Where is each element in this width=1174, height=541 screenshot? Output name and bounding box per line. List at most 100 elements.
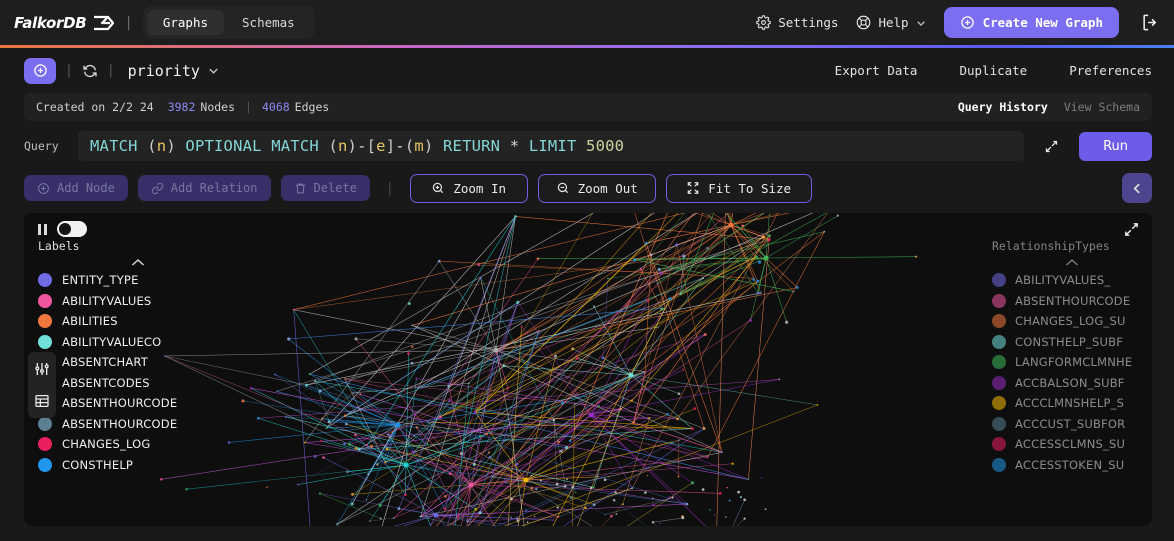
relationship-type-item[interactable]: ACCCUST_SUBFOR — [992, 416, 1152, 431]
labels-collapse-button[interactable] — [38, 255, 238, 273]
query-token-6: OPTIONAL — [185, 137, 262, 155]
chevron-down-icon — [916, 18, 926, 28]
animation-toggle[interactable] — [56, 221, 87, 237]
relationship-types-collapse-button[interactable] — [992, 255, 1152, 273]
logout-button[interactable] — [1137, 13, 1160, 32]
graph-canvas[interactable]: Labels ENTITY_TYPE ABILITYVALUES ABILITIES… — [24, 213, 1152, 526]
delete-label: Delete — [313, 181, 357, 195]
relationship-type-item[interactable]: CONSTHELP_SUBF — [992, 334, 1152, 349]
nodes-label: Nodes — [200, 100, 236, 114]
view-schema-tab[interactable]: View Schema — [1064, 100, 1140, 114]
info-pipe: | — [245, 100, 252, 114]
relationship-type-item[interactable]: ACCCLMNSHELP_S — [992, 396, 1152, 410]
query-token-18: ( — [404, 137, 415, 155]
label-item[interactable]: ABSENTHOURCODE — [38, 416, 238, 431]
query-token-0: MATCH — [90, 137, 138, 155]
label-color-dot — [38, 437, 52, 451]
label-item[interactable]: CHANGES_LOG — [38, 437, 238, 451]
zoom-out-icon — [556, 181, 570, 195]
query-token-4: ) — [166, 137, 176, 155]
label-color-dot — [38, 457, 52, 472]
tab-graphs[interactable]: Graphs — [146, 10, 225, 35]
relationship-type-label: LANGFORMCLMNHE — [1015, 355, 1133, 369]
relationship-type-item[interactable]: ACCESSTOKEN_SU — [992, 457, 1152, 472]
zoom-out-button[interactable]: Zoom Out — [537, 173, 656, 203]
query-token-3: n — [156, 137, 167, 155]
label-color-dot — [38, 416, 52, 431]
create-new-graph-label: Create New Graph — [982, 15, 1103, 30]
subheader-links: Export Data Duplicate Preferences — [835, 63, 1152, 78]
collapse-panel-button[interactable] — [1122, 173, 1152, 203]
label-item[interactable]: ABSENTCODES — [38, 375, 238, 390]
fullscreen-button[interactable] — [1123, 221, 1140, 238]
controls-sliders-icon[interactable] — [31, 358, 53, 380]
relationship-type-item[interactable]: ACCESSCLMNS_SU — [992, 437, 1152, 451]
plus-circle-icon — [37, 182, 50, 195]
refresh-button[interactable] — [82, 63, 98, 79]
settings-button[interactable]: Settings — [756, 15, 838, 30]
query-history-tab[interactable]: Query History — [958, 100, 1048, 114]
table-icon[interactable] — [31, 390, 53, 412]
duplicate-link[interactable]: Duplicate — [959, 63, 1027, 78]
fit-to-size-button[interactable]: Fit To Size — [665, 173, 812, 203]
label-item[interactable]: ABILITYVALUES — [38, 293, 238, 308]
label-color-dot — [38, 293, 52, 308]
label-item[interactable]: ENTITY_TYPE — [38, 273, 238, 287]
edges-count: 4068 — [261, 100, 290, 114]
query-input[interactable]: MATCH (n) OPTIONAL MATCH (n)-[e]-(m) RET… — [78, 131, 1025, 161]
relationship-type-color-dot — [992, 457, 1006, 472]
relationship-type-label: ACCCUST_SUBFOR — [1015, 416, 1126, 431]
relationship-type-label: ACCESSTOKEN_SU — [1015, 457, 1125, 472]
create-new-graph-button[interactable]: Create New Graph — [943, 7, 1119, 38]
graph-selector[interactable]: priority — [128, 62, 219, 80]
relationship-type-label: ACCESSCLMNS_SU — [1015, 437, 1126, 451]
relationship-type-item[interactable]: ACCBALSON_SUBF — [992, 375, 1152, 390]
relationship-type-color-dot — [992, 314, 1006, 328]
query-token-14: [ — [366, 137, 377, 155]
relationship-type-item[interactable]: CHANGES_LOG_SU — [992, 314, 1152, 328]
refresh-icon — [82, 63, 98, 79]
query-token-7 — [262, 137, 272, 155]
query-token-13: - — [357, 137, 367, 155]
preferences-link[interactable]: Preferences — [1069, 63, 1152, 78]
label-item[interactable]: ABSENTHOURCODE — [38, 396, 238, 410]
add-node-button[interactable]: Add Node — [24, 175, 128, 201]
logout-icon — [1141, 13, 1160, 32]
tab-schemas[interactable]: Schemas — [226, 10, 311, 35]
add-relation-button[interactable]: Add Relation — [137, 175, 271, 201]
label-item[interactable]: CONSTHELP — [38, 457, 238, 472]
relationship-type-color-dot — [992, 375, 1006, 390]
toolbar-sep: | — [385, 180, 394, 196]
relationship-type-color-dot — [992, 396, 1006, 410]
edges-label: Edges — [294, 100, 330, 114]
relationship-type-item[interactable]: ABILITYVALUES_ — [992, 273, 1152, 287]
query-token-17: - — [395, 137, 405, 155]
label-item[interactable]: ABILITYVALUECO — [38, 334, 238, 349]
relationship-types-panel-title: RelationshipTypes — [992, 239, 1110, 253]
delete-button[interactable]: Delete — [280, 175, 370, 201]
add-graph-button[interactable] — [24, 57, 56, 84]
expand-query-button[interactable] — [1038, 139, 1065, 154]
query-token-16: ] — [385, 137, 396, 155]
relationship-type-color-dot — [992, 355, 1006, 369]
labels-panel-title: Labels — [38, 239, 80, 253]
export-data-link[interactable]: Export Data — [835, 63, 918, 78]
relationship-type-item[interactable]: LANGFORMCLMNHE — [992, 355, 1152, 369]
label-label: ABSENTCHART — [62, 355, 148, 369]
query-token-24: LIMIT — [528, 137, 577, 155]
pause-icon[interactable] — [38, 223, 47, 235]
label-item[interactable]: ABSENTCHART — [38, 355, 238, 369]
relationship-type-item[interactable]: ABSENTHOURCODE — [992, 293, 1152, 308]
relationship-type-color-dot — [992, 293, 1006, 308]
run-query-button[interactable]: Run — [1079, 131, 1152, 161]
label-label: ABILITYVALUECO — [62, 334, 162, 349]
info-strip-actions: Query History View Schema — [958, 100, 1140, 114]
zoom-in-button[interactable]: Zoom In — [409, 173, 528, 203]
help-label: Help — [878, 15, 909, 30]
query-token-15: e — [376, 137, 386, 155]
query-token-1 — [138, 137, 148, 155]
help-button[interactable]: Help — [856, 15, 925, 30]
brand-logo[interactable]: FalkorDB — [14, 14, 115, 32]
label-item[interactable]: ABILITIES — [38, 314, 238, 328]
labels-panel: Labels ENTITY_TYPE ABILITYVALUES ABILITIES… — [38, 239, 238, 472]
